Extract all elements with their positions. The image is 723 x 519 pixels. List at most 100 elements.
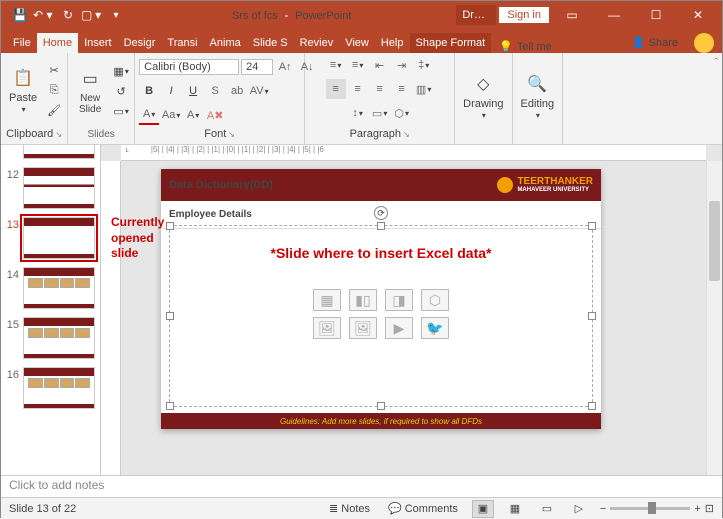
save-icon[interactable]: 💾	[9, 4, 31, 26]
qat-customize-icon[interactable]: ▾	[105, 4, 127, 26]
feedback-smiley-icon[interactable]	[694, 33, 714, 53]
thumbnail-14[interactable]: 14	[3, 267, 98, 309]
notes-pane[interactable]: Click to add notes	[1, 475, 722, 497]
spacing-icon[interactable]: AV▾	[249, 81, 269, 101]
paste-button[interactable]: 📋Paste▾	[5, 64, 41, 117]
thumbnail-pane[interactable]: 12 13 14 15 16	[1, 145, 101, 475]
zoom-slider[interactable]	[610, 507, 690, 510]
tab-animations[interactable]: Anima	[204, 33, 247, 53]
tab-slideshow[interactable]: Slide S	[247, 33, 294, 53]
zoom-control[interactable]: − + ⊡	[600, 502, 714, 515]
insert-table-icon[interactable]: ▦	[313, 289, 341, 311]
rotate-handle-icon[interactable]: ⟳	[374, 206, 388, 220]
sorter-view-icon[interactable]: ▦	[504, 500, 526, 518]
align-left-icon[interactable]: ≡	[326, 79, 346, 99]
section-icon[interactable]: ▭▾	[112, 102, 130, 120]
copy-icon[interactable]: ⎘	[45, 82, 63, 100]
bullets-icon[interactable]: ≡▾	[326, 55, 346, 75]
font-family-select[interactable]: Calibri (Body)	[139, 59, 239, 75]
font-size-select[interactable]: 24	[241, 59, 273, 75]
insert-picture-icon[interactable]: 🖼	[313, 317, 341, 339]
indent-right-icon[interactable]: ⇥	[392, 55, 412, 75]
tab-transitions[interactable]: Transi	[161, 33, 203, 53]
insert-online-picture-icon[interactable]: 🖼	[349, 317, 377, 339]
new-slide-button[interactable]: ▭New Slide	[72, 65, 108, 117]
layout-icon[interactable]: ▦▾	[112, 62, 130, 80]
vertical-scrollbar[interactable]	[706, 161, 722, 475]
resize-handle[interactable]	[588, 222, 596, 230]
slideshow-view-icon[interactable]: ▷	[568, 500, 590, 518]
thumbnail-16[interactable]: 16	[3, 367, 98, 409]
strikethrough-icon[interactable]: S	[205, 81, 225, 101]
start-from-beginning-icon[interactable]: ▢▾	[81, 4, 103, 26]
maximize-icon[interactable]: ☐	[636, 1, 676, 29]
comments-button[interactable]: 💬 Comments	[384, 502, 462, 515]
slide-canvas[interactable]: Data Dictionary(DD) TEERTHANKERMAHAVEER …	[161, 169, 601, 429]
columns-icon[interactable]: ▥▾	[414, 79, 434, 99]
insert-chart-icon[interactable]: ▮▯	[349, 289, 377, 311]
tab-home[interactable]: Home	[37, 33, 78, 53]
resize-handle[interactable]	[377, 222, 385, 230]
insert-3d-icon[interactable]: ⬡	[421, 289, 449, 311]
tab-review[interactable]: Reviev	[294, 33, 340, 53]
change-case-icon[interactable]: Aa▾	[161, 105, 181, 125]
align-right-icon[interactable]: ≡	[370, 79, 390, 99]
cut-icon[interactable]: ✂	[45, 62, 63, 80]
insert-icon-icon[interactable]: 🐦	[421, 317, 449, 339]
resize-handle[interactable]	[377, 402, 385, 410]
thumbnail-11-partial[interactable]	[3, 145, 98, 159]
increase-font-icon[interactable]: A↑	[275, 57, 295, 77]
close-icon[interactable]: ✕	[678, 1, 718, 29]
resize-handle[interactable]	[166, 222, 174, 230]
bold-icon[interactable]: B	[139, 81, 159, 101]
slide-editor[interactable]: ʟ |5| | |4| | |3| | |2| | |1| | |0| | |1…	[101, 145, 722, 475]
smartart-icon[interactable]: ⬡▾	[392, 103, 412, 123]
font-color-icon[interactable]: A▾	[139, 105, 159, 125]
editing-button[interactable]: 🔍Editing▾	[517, 70, 559, 123]
collapse-ribbon-icon[interactable]: ˆ	[714, 57, 718, 69]
thumbnail-13[interactable]: 13	[3, 217, 98, 259]
tab-shape-format[interactable]: Shape Format	[410, 33, 492, 53]
tell-me[interactable]: 💡Tell me	[491, 40, 624, 53]
fit-to-window-icon[interactable]: ⊡	[705, 502, 714, 515]
undo-icon[interactable]: ↶▾	[33, 4, 55, 26]
format-painter-icon[interactable]: 🖌	[45, 102, 63, 120]
redo-icon[interactable]: ↻	[57, 4, 79, 26]
underline-icon[interactable]: U	[183, 81, 203, 101]
highlight-icon[interactable]: A▾	[183, 105, 203, 125]
indent-left-icon[interactable]: ⇤	[370, 55, 390, 75]
align-center-icon[interactable]: ≡	[348, 79, 368, 99]
numbering-icon[interactable]: ≡▾	[348, 55, 368, 75]
text-direction-icon[interactable]: ↕▾	[348, 103, 368, 123]
reset-icon[interactable]: ↺	[112, 82, 130, 100]
zoom-out-icon[interactable]: −	[600, 503, 606, 515]
thumbnail-15[interactable]: 15	[3, 317, 98, 359]
zoom-in-icon[interactable]: +	[694, 503, 700, 515]
tab-view[interactable]: View	[339, 33, 375, 53]
insert-smartart-icon[interactable]: ◨	[385, 289, 413, 311]
resize-handle[interactable]	[166, 402, 174, 410]
notes-button[interactable]: ≣ Notes	[325, 502, 374, 515]
italic-icon[interactable]: I	[161, 81, 181, 101]
clear-format-icon[interactable]: A✖	[205, 105, 225, 125]
drawing-tools-tab[interactable]: Drawi...	[456, 5, 496, 25]
resize-handle[interactable]	[588, 402, 596, 410]
minimize-icon[interactable]: —	[594, 1, 634, 29]
tab-file[interactable]: File	[7, 33, 37, 53]
ribbon-tabs: File Home Insert Desigr Transi Anima Sli…	[1, 29, 722, 53]
ribbon-options-icon[interactable]: ▭	[552, 1, 592, 29]
tab-help[interactable]: Help	[375, 33, 410, 53]
shadow-icon[interactable]: ab	[227, 81, 247, 101]
insert-video-icon[interactable]: ▶	[385, 317, 413, 339]
sign-in-button[interactable]: Sign in	[498, 6, 550, 24]
justify-icon[interactable]: ≡	[392, 79, 412, 99]
drawing-button[interactable]: ◇Drawing▾	[459, 70, 507, 123]
share-button[interactable]: 👤 Share	[624, 32, 686, 53]
normal-view-icon[interactable]: ▣	[472, 500, 494, 518]
line-spacing-icon[interactable]: ‡▾	[414, 55, 434, 75]
tab-insert[interactable]: Insert	[78, 33, 118, 53]
thumbnail-12[interactable]: 12	[3, 167, 98, 209]
reading-view-icon[interactable]: ▭	[536, 500, 558, 518]
tab-design[interactable]: Desigr	[118, 33, 162, 53]
align-text-icon[interactable]: ▭▾	[370, 103, 390, 123]
